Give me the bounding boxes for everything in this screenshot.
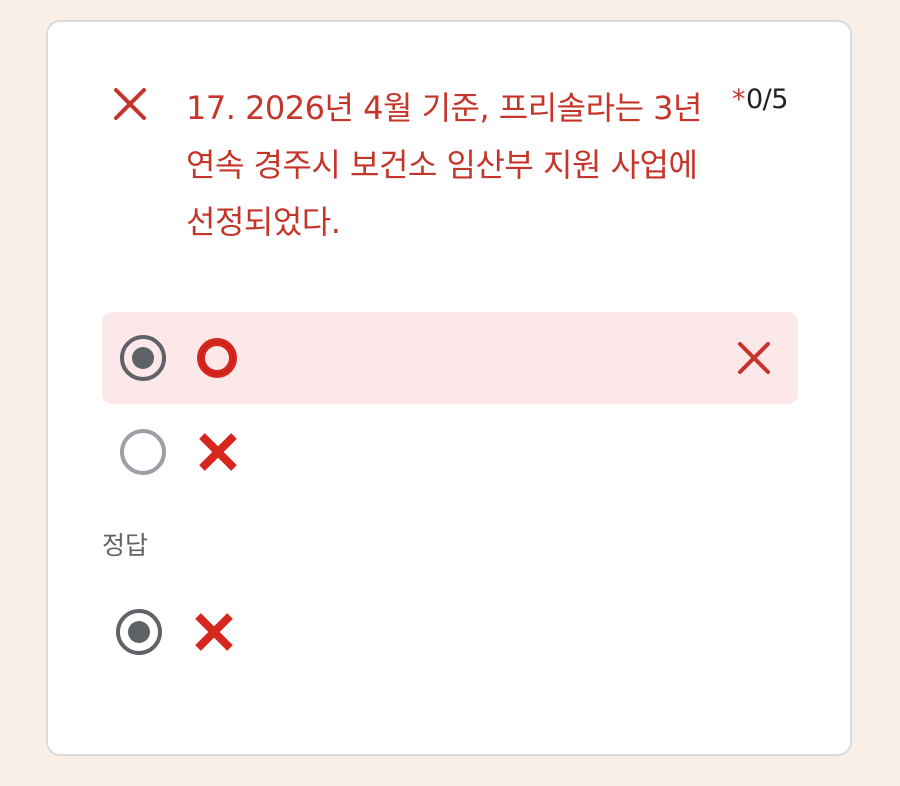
score-value: 0/5	[746, 84, 788, 115]
cross-mark-icon	[194, 428, 242, 476]
incorrect-x-icon	[112, 86, 148, 122]
cross-mark-icon	[190, 608, 238, 656]
radio-checked	[116, 609, 162, 655]
wrong-answer-x-icon	[736, 340, 772, 376]
question-title: 17. 2026년 4월 기준, 프리솔라는 3년 연속 경주시 보건소 임산부…	[186, 89, 702, 241]
radio-unchecked[interactable]	[120, 429, 166, 475]
heavy-large-circle-icon	[194, 334, 242, 382]
required-asterisk: *	[732, 84, 746, 115]
score-label: *0/5	[732, 84, 788, 115]
option-o-selected[interactable]	[102, 312, 798, 404]
correct-answer-option	[98, 586, 398, 678]
option-x[interactable]	[102, 406, 798, 498]
radio-checked[interactable]	[120, 335, 166, 381]
correct-answer-label: 정답	[102, 531, 149, 560]
